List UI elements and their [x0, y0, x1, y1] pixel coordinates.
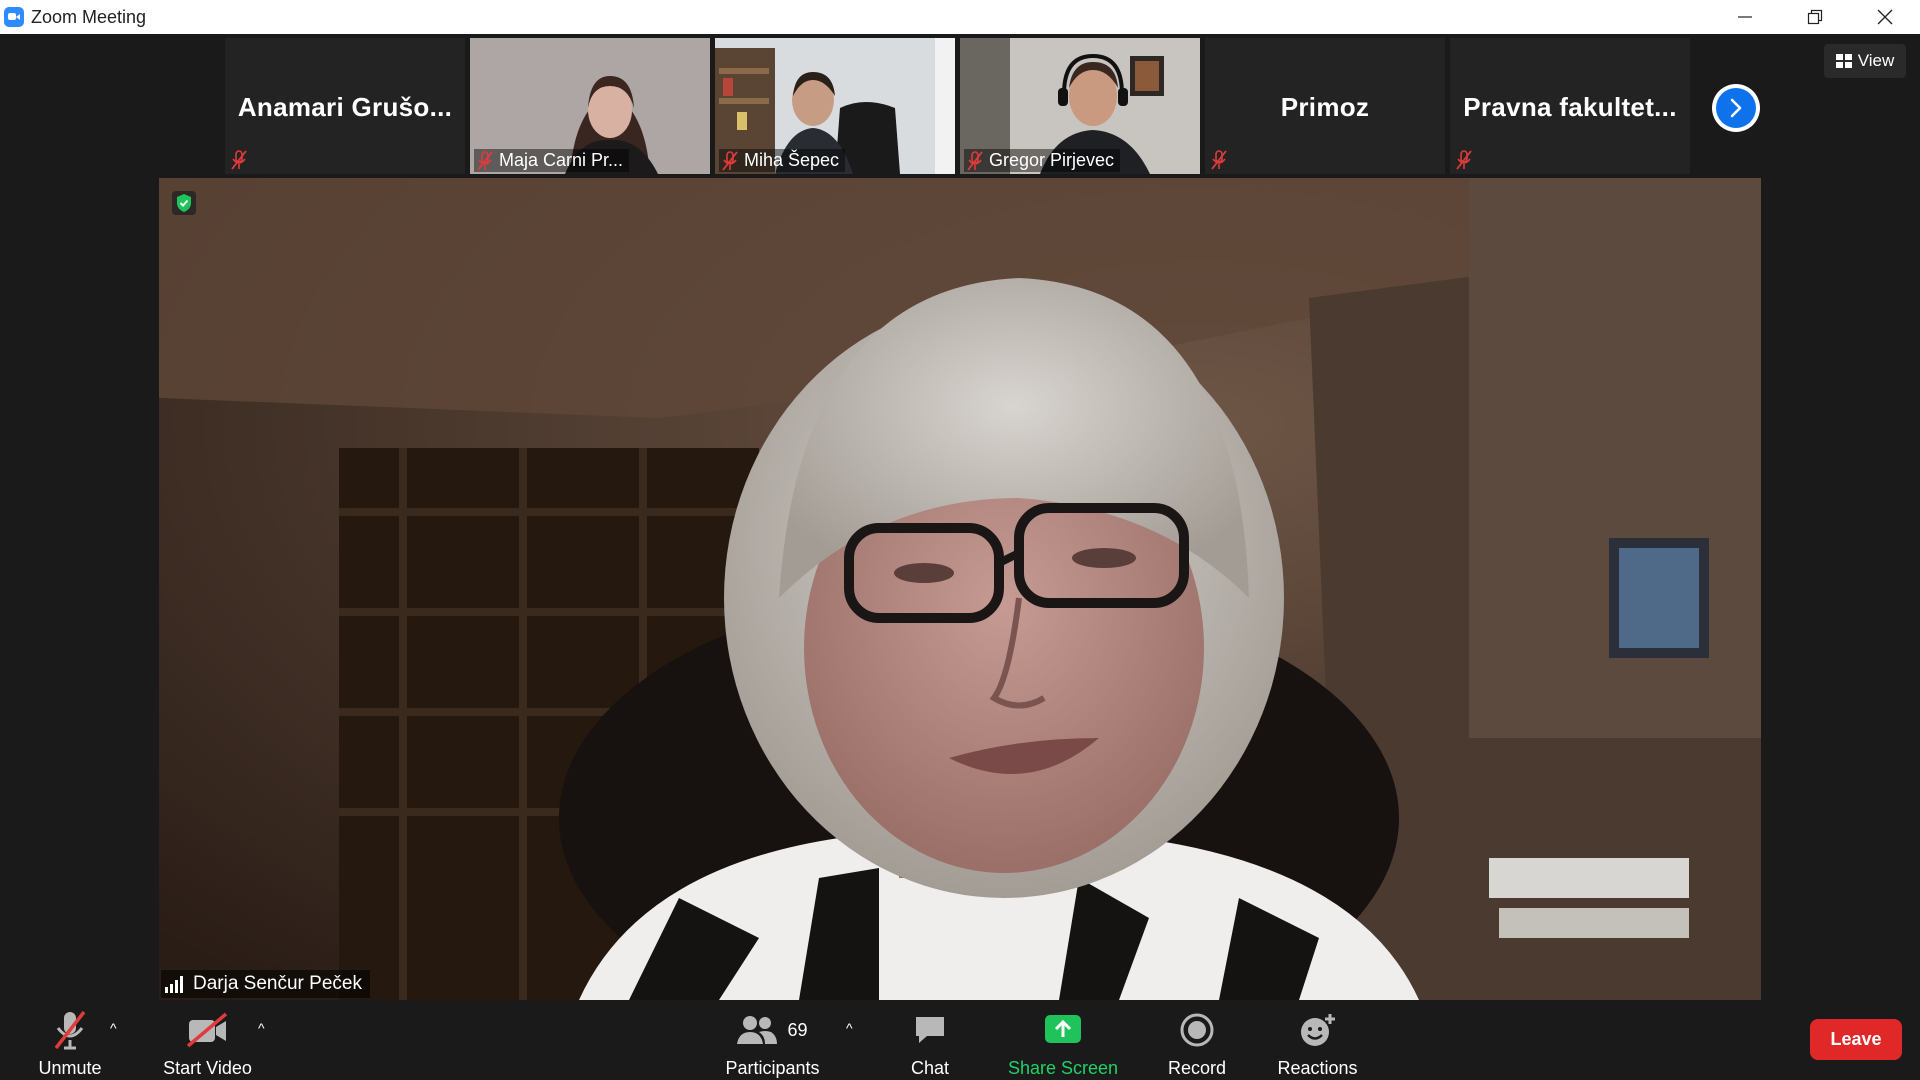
speaker-name: Darja Senčur Peček — [193, 973, 362, 994]
leave-button[interactable]: Leave — [1810, 1019, 1902, 1060]
record-icon — [1180, 1008, 1214, 1052]
video-options-chevron-icon[interactable]: ^ — [258, 1020, 265, 1036]
close-button[interactable] — [1850, 0, 1920, 34]
close-icon — [1877, 9, 1893, 25]
participant-name: Pravna fakultet... — [1463, 92, 1677, 122]
participants-count: 69 — [787, 1019, 808, 1040]
view-button[interactable]: View — [1824, 44, 1906, 78]
share-screen-icon — [1045, 1008, 1081, 1052]
record-button[interactable]: Record — [1162, 1008, 1232, 1079]
speaker-video-frame — [159, 178, 1761, 1000]
meeting-toolbar: Unmute ^ Start Video ^ 69 Participants ^… — [0, 1000, 1920, 1080]
participant-tile[interactable]: Maja Carni Pr... — [470, 38, 710, 174]
reactions-button[interactable]: Reactions — [1270, 1008, 1365, 1079]
participant-tile[interactable]: Primoz — [1205, 38, 1445, 174]
minimize-button[interactable] — [1710, 0, 1780, 34]
mic-muted-icon — [1456, 150, 1472, 170]
start-video-button[interactable]: Start Video — [155, 1008, 260, 1079]
share-screen-button[interactable]: Share Screen — [1008, 1008, 1118, 1079]
chat-button[interactable]: Chat — [900, 1008, 960, 1079]
mic-muted-icon — [52, 1008, 88, 1052]
participants-icon — [737, 1016, 778, 1044]
participant-name: Primoz — [1280, 92, 1370, 122]
encryption-shield-icon[interactable] — [172, 191, 196, 215]
active-speaker-video: Darja Senčur Peček — [159, 178, 1761, 1000]
minimize-icon — [1738, 16, 1752, 18]
reactions-icon — [1299, 1008, 1337, 1052]
next-page-circle — [1716, 88, 1756, 128]
restore-icon — [1807, 9, 1823, 25]
grid-view-icon — [1835, 54, 1852, 68]
next-page-button[interactable] — [1712, 84, 1760, 132]
tile-footer — [231, 150, 247, 170]
mic-muted-icon — [722, 150, 738, 171]
video-off-icon — [186, 1008, 230, 1052]
window-title: Zoom Meeting — [31, 6, 147, 27]
participants-icon-group: 69 — [737, 1008, 808, 1052]
mic-muted-icon — [967, 150, 983, 171]
chat-icon — [913, 1008, 947, 1052]
tile-footer: Gregor Pirjevec — [964, 149, 1121, 172]
participant-name: Anamari Grušo... — [237, 92, 453, 122]
chevron-right-icon — [1730, 98, 1742, 118]
chat-label: Chat — [910, 1058, 950, 1078]
share-screen-label: Share Screen — [1007, 1058, 1119, 1078]
participant-tile[interactable]: Anamari Grušo... — [225, 38, 465, 174]
mic-muted-icon — [231, 150, 247, 170]
unmute-label: Unmute — [38, 1058, 102, 1078]
unmute-button[interactable]: Unmute — [30, 1008, 110, 1079]
participant-name: Gregor Pirjevec — [989, 150, 1115, 170]
participants-options-chevron-icon[interactable]: ^ — [846, 1020, 853, 1036]
zoom-logo-icon — [4, 7, 24, 27]
record-label: Record — [1167, 1058, 1227, 1078]
view-button-label: View — [1857, 51, 1895, 70]
audio-options-chevron-icon[interactable]: ^ — [110, 1020, 117, 1036]
reactions-label: Reactions — [1277, 1058, 1358, 1078]
signal-strength-icon — [165, 976, 183, 993]
participants-label: Participants — [725, 1058, 820, 1078]
participant-name: Miha Šepec — [744, 150, 840, 170]
tile-footer — [1211, 150, 1227, 170]
participant-tile[interactable]: Miha Šepec — [715, 38, 955, 174]
start-video-label: Start Video — [163, 1058, 252, 1078]
gallery-strip: Anamari Grušo... Maja Carni Pr... Miha Š… — [225, 38, 1690, 174]
window-controls — [1710, 0, 1920, 34]
speaker-name-label: Darja Senčur Peček — [161, 970, 370, 998]
tile-footer — [1456, 150, 1472, 170]
tile-footer: Maja Carni Pr... — [474, 149, 630, 172]
tile-footer: Miha Šepec — [719, 149, 846, 172]
participants-button[interactable]: 69 Participants — [720, 1008, 825, 1079]
restore-button[interactable] — [1780, 0, 1850, 34]
mic-muted-icon — [1211, 150, 1227, 170]
mic-muted-icon — [477, 150, 493, 171]
participant-tile[interactable]: Pravna fakultet... — [1450, 38, 1690, 174]
participant-tile[interactable]: Gregor Pirjevec — [960, 38, 1200, 174]
participant-name: Maja Carni Pr... — [499, 150, 624, 170]
title-bar: Zoom Meeting — [0, 0, 1920, 34]
